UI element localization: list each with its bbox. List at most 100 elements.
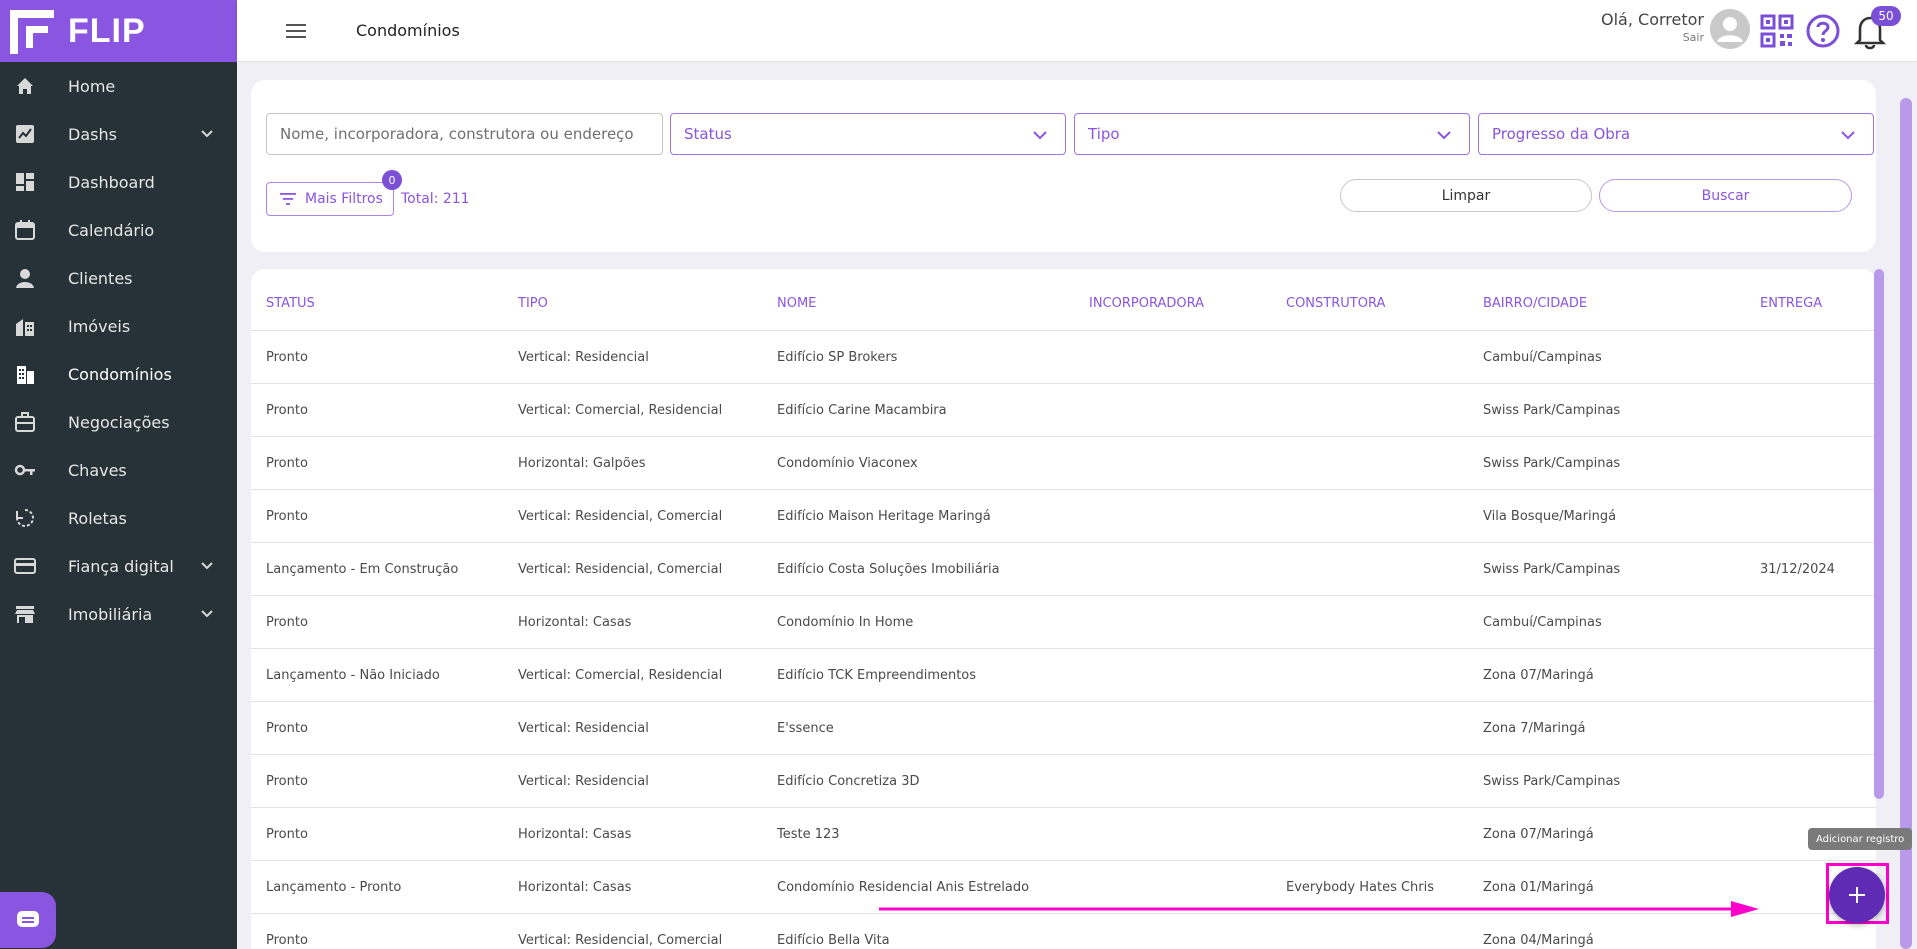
tipo-select[interactable]: Tipo — [1074, 113, 1470, 155]
table-row[interactable]: Pronto Vertical: Residencial, Comercial Ed… — [251, 490, 1876, 543]
table-cell: Pronto — [266, 615, 308, 630]
brand-header[interactable]: FLIP — [0, 0, 237, 62]
add-record-button[interactable] — [1829, 867, 1885, 923]
logout-link[interactable]: Sair — [1601, 31, 1704, 44]
sidebar-item-label: Calendário — [68, 220, 155, 240]
sidebar-item-condominios[interactable]: Condomínios — [0, 350, 237, 398]
table-cell: Horizontal: Galpões — [518, 456, 646, 471]
dashboard-icon — [14, 171, 36, 193]
column-header[interactable]: STATUS — [266, 296, 315, 311]
sidebar-item-label: Fiança digital — [68, 556, 174, 576]
user-greeting: Olá, Corretor Sair — [1601, 10, 1704, 44]
table-row[interactable]: Pronto Horizontal: Casas Condomínio In Hom… — [251, 596, 1876, 649]
sidebar-item-negociacoes[interactable]: Negociações — [0, 398, 237, 446]
table-cell: Condomínio Viaconex — [777, 456, 918, 471]
table-scrollbar[interactable] — [1874, 269, 1884, 799]
column-header[interactable]: CONSTRUTORA — [1286, 296, 1385, 311]
table-row[interactable]: Pronto Vertical: Comercial, Residencial Ed… — [251, 384, 1876, 437]
sidebar-item-imobiliaria[interactable]: Imobiliária — [0, 590, 237, 638]
table-cell: Edifício Concretiza 3D — [777, 774, 920, 789]
sidebar-item-imoveis[interactable]: Imóveis — [0, 302, 237, 350]
table-cell: Cambuí/Campinas — [1483, 615, 1602, 630]
table-cell: Pronto — [266, 933, 308, 948]
table-cell: Vertical: Residencial — [518, 721, 649, 736]
more-filters-button[interactable]: Mais Filtros — [266, 182, 394, 216]
sidebar-item-home[interactable]: Home — [0, 62, 237, 110]
column-header[interactable]: INCORPORADORA — [1089, 296, 1204, 311]
table-cell: Horizontal: Casas — [518, 615, 632, 630]
page-scrollbar[interactable] — [1900, 98, 1912, 949]
table-cell: Everybody Hates Chris — [1286, 880, 1435, 895]
table-cell: Lançamento - Em Construção — [266, 562, 459, 577]
table-cell: Vertical: Residencial, Comercial — [518, 933, 723, 948]
page-title: Condomínios — [356, 21, 460, 40]
search-field[interactable] — [266, 113, 663, 155]
chevron-down-icon — [199, 126, 215, 142]
progresso-select-label: Progresso da Obra — [1492, 125, 1631, 143]
condominios-table: STATUS TIPO NOME INCORPORADORA CONSTRUTORA BA… — [251, 269, 1876, 949]
sidebar-item-label: Chaves — [68, 460, 127, 480]
table-cell: Lançamento - Não Iniciado — [266, 668, 440, 683]
table-row[interactable]: Lançamento - Não Iniciado Vertical: Comer… — [251, 649, 1876, 702]
search-button[interactable]: Buscar — [1599, 179, 1852, 212]
chevron-down-icon — [1033, 131, 1047, 140]
table-cell: Horizontal: Casas — [518, 880, 632, 895]
table-row[interactable]: Pronto Horizontal: Casas Teste 123 Zona 07/… — [251, 808, 1876, 861]
table-cell: Edifício Bella Vita — [777, 933, 890, 948]
table-cell: Edifício SP Brokers — [777, 350, 898, 365]
sidebar-item-label: Imóveis — [68, 316, 131, 336]
search-input[interactable] — [280, 125, 649, 143]
sidebar-item-label: Negociações — [68, 412, 170, 432]
filters-count-badge: 0 — [382, 170, 402, 190]
sidebar-item-label: Clientes — [68, 268, 133, 288]
table-cell: E'ssence — [777, 721, 834, 736]
avatar[interactable] — [1710, 9, 1750, 49]
progresso-select[interactable]: Progresso da Obra — [1478, 113, 1874, 155]
sidebar-item-label: Home — [68, 76, 116, 96]
qr-code-icon[interactable] — [1760, 14, 1794, 48]
total-count: Total: 211 — [401, 191, 470, 207]
table-row[interactable]: Lançamento - Em Construção Vertical: Resi… — [251, 543, 1876, 596]
table-row[interactable]: Pronto Vertical: Residencial E'ssence Zona … — [251, 702, 1876, 755]
sidebar-nav: Home Dashs Dashboard Calendário Clientes Imóv… — [0, 62, 237, 638]
sidebar: FLIP Home Dashs Dashboard Calendário Cliente… — [0, 0, 237, 949]
column-header[interactable]: BAIRRO/CIDADE — [1483, 296, 1587, 311]
clear-button[interactable]: Limpar — [1340, 179, 1592, 212]
table-cell: Pronto — [266, 403, 308, 418]
table-row[interactable]: Pronto Vertical: Residencial Edifício SP B… — [251, 331, 1876, 384]
column-header[interactable]: TIPO — [518, 296, 548, 311]
table-cell: Swiss Park/Campinas — [1483, 403, 1621, 418]
status-select[interactable]: Status — [670, 113, 1066, 155]
notifications-badge: 50 — [1871, 6, 1901, 26]
chevron-down-icon — [199, 558, 215, 574]
sidebar-item-label: Roletas — [68, 508, 127, 528]
table-cell: Swiss Park/Campinas — [1483, 562, 1621, 577]
column-header[interactable]: ENTREGA — [1760, 296, 1822, 311]
table-row[interactable]: Pronto Horizontal: Galpões Condomínio Viac… — [251, 437, 1876, 490]
greeting-text: Olá, Corretor — [1601, 10, 1704, 29]
sidebar-item-label: Condomínios — [68, 364, 172, 384]
annotation-arrow — [879, 901, 1759, 917]
table-cell: Zona 07/Maringá — [1483, 827, 1594, 842]
more-filters-label: Mais Filtros — [305, 191, 383, 207]
table-cell: Vertical: Residencial, Comercial — [518, 562, 723, 577]
help-icon[interactable] — [1805, 13, 1841, 49]
table-cell: Vila Bosque/Maringá — [1483, 509, 1617, 524]
top-bar: Condomínios Olá, Corretor Sair 50 — [237, 0, 1917, 62]
chevron-down-icon — [1437, 131, 1451, 140]
sidebar-item-chaves[interactable]: Chaves — [0, 446, 237, 494]
sidebar-item-dashboard[interactable]: Dashboard — [0, 158, 237, 206]
menu-icon[interactable] — [284, 20, 308, 42]
sidebar-item-dashs[interactable]: Dashs — [0, 110, 237, 158]
sidebar-item-fianca-digital[interactable]: Fiança digital — [0, 542, 237, 590]
table-cell: Pronto — [266, 827, 308, 842]
sidebar-item-clientes[interactable]: Clientes — [0, 254, 237, 302]
table-cell: Edifício Costa Soluções Imobiliária — [777, 562, 1000, 577]
table-cell: 31/12/2024 — [1760, 562, 1835, 577]
chat-button[interactable] — [0, 892, 56, 948]
table-row[interactable]: Pronto Vertical: Residencial Edifício Conc… — [251, 755, 1876, 808]
sidebar-item-calendario[interactable]: Calendário — [0, 206, 237, 254]
sidebar-item-roletas[interactable]: Roletas — [0, 494, 237, 542]
chat-icon — [17, 911, 39, 927]
column-header[interactable]: NOME — [777, 296, 816, 311]
